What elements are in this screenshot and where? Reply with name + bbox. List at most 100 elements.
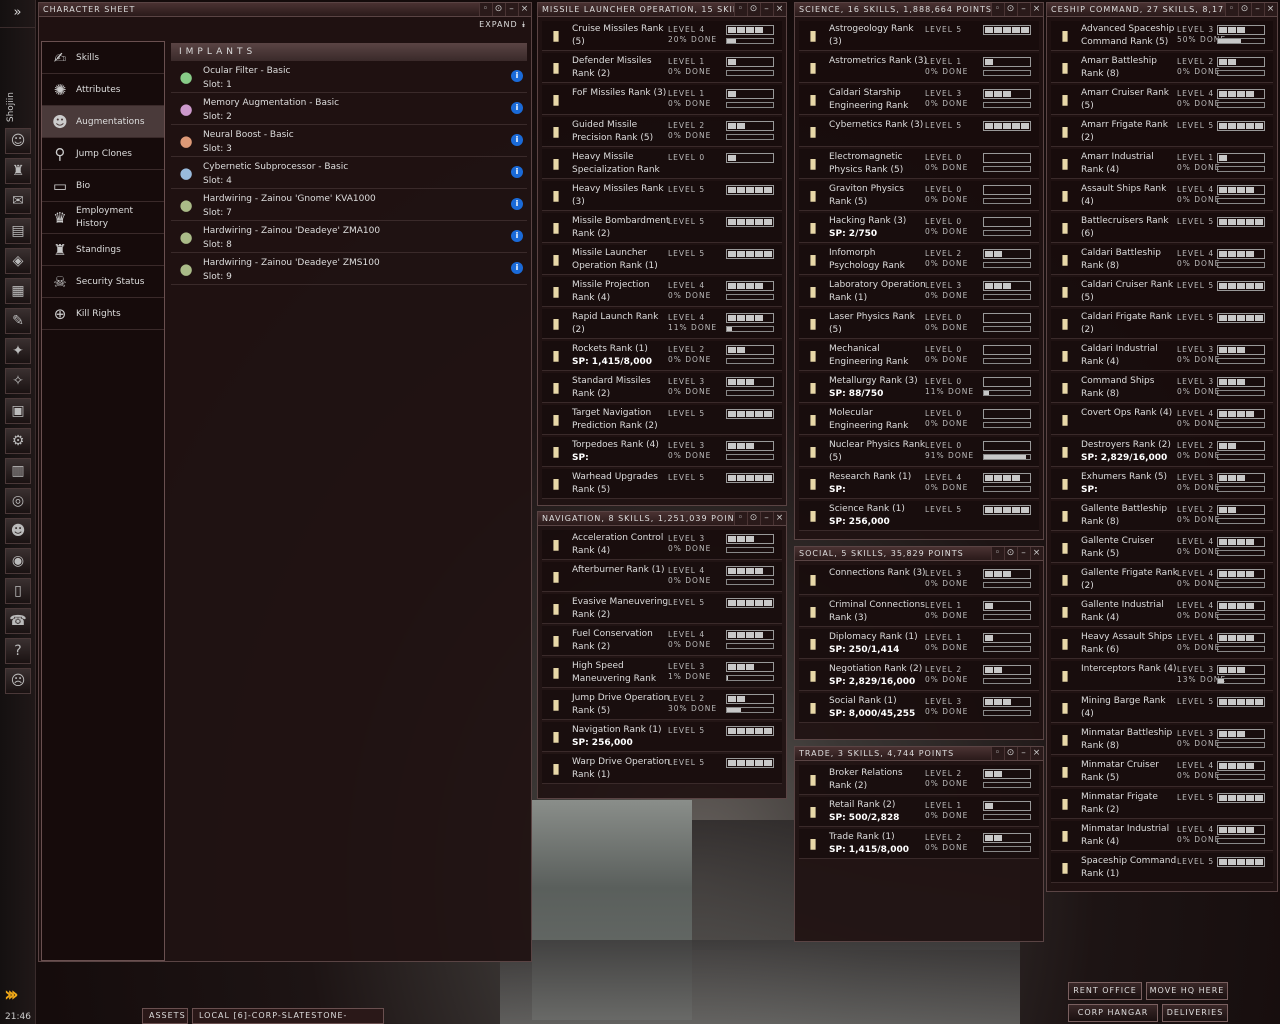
skill-row[interactable]: ▮ Advanced Spaceship Command Rank (5) LEVE…	[1051, 21, 1273, 51]
skill-row[interactable]: ▮ Nuclear Physics Rank (5) LEVEL 0 91% DONE	[799, 437, 1039, 467]
skill-row[interactable]: ▮ Gallente Cruiser Rank (5) LEVEL 4 0% DONE	[1051, 533, 1273, 563]
info-icon[interactable]: ?	[5, 638, 31, 664]
skill-row[interactable]: ▮ Minmatar Battleship Rank (8) LEVEL 3 0% D…	[1051, 725, 1273, 755]
character-icon[interactable]: ☺	[5, 128, 31, 154]
skill-row[interactable]: ▮ Electromagnetic Physics Rank (5) LEVEL 0…	[799, 149, 1039, 179]
skill-row[interactable]: ▮ Target Navigation Prediction Rank (2) LE…	[542, 405, 782, 435]
minimize-settings-icon[interactable]: ⊙	[1004, 547, 1017, 560]
skill-row[interactable]: ▮ Jump Drive Operation Rank (5) LEVEL 2 30%…	[542, 690, 782, 720]
skill-row[interactable]: ▮ Battlecruisers Rank (6) LEVEL 5	[1051, 213, 1273, 243]
pin-icon[interactable]: ◦	[991, 547, 1004, 560]
skill-row[interactable]: ▮ Covert Ops Rank (4) LEVEL 4 0% DONE	[1051, 405, 1273, 435]
skill-row[interactable]: ▮ High Speed Maneuvering Rank LEVEL 3 1% DO…	[542, 658, 782, 688]
implant-row[interactable]: ● Neural Boost - Basic Slot: 3 i	[171, 125, 527, 157]
skill-row[interactable]: ▮ Defender Missiles Rank (2) LEVEL 1 0% DON…	[542, 53, 782, 83]
skill-row[interactable]: ▮ Mechanical Engineering Rank LEVEL 0 0% DO…	[799, 341, 1039, 371]
window-header[interactable]: MISSILE LAUNCHER OPERATION, 15 SKIL ◦ ⊙ – ×	[538, 3, 786, 17]
skill-row[interactable]: ▮ Destroyers Rank (2) SP: 2,829/16,000 LEVE…	[1051, 437, 1273, 467]
skill-row[interactable]: ▮ Broker Relations Rank (2) LEVEL 2 0% DONE	[799, 765, 1039, 795]
industry-icon[interactable]: ⚙	[5, 428, 31, 454]
skill-row[interactable]: ▮ Warhead Upgrades Rank (5) LEVEL 5	[542, 469, 782, 499]
skill-row[interactable]: ▮ Navigation Rank (1) SP: 256,000 LEVEL 5	[542, 722, 782, 752]
menu-item-jump-clones[interactable]: ⚲ Jump Clones	[42, 138, 164, 170]
implant-row[interactable]: ● Hardwiring - Zainou 'Deadeye' ZMS100 Slo…	[171, 253, 527, 285]
skill-row[interactable]: ▮ Heavy Assault Ships Rank (6) LEVEL 4 0% D…	[1051, 629, 1273, 659]
skill-row[interactable]: ▮ Acceleration Control Rank (4) LEVEL 3 0% …	[542, 530, 782, 560]
move-hq-here-button[interactable]: MOVE HQ HERE	[1146, 982, 1228, 1000]
minimize-settings-icon[interactable]: ⊙	[1238, 3, 1251, 16]
skill-row[interactable]: ▮ Science Rank (1) SP: 256,000 LEVEL 5	[799, 501, 1039, 531]
window-header[interactable]: SOCIAL, 5 SKILLS, 35,829 POINTS ◦ ⊙ – ×	[795, 547, 1043, 561]
menu-item-kill-rights[interactable]: ⊕ Kill Rights	[42, 298, 164, 330]
skill-row[interactable]: ▮ Molecular Engineering Rank LEVEL 0 0% DON…	[799, 405, 1039, 435]
skill-row[interactable]: ▮ Minmatar Industrial Rank (4) LEVEL 4 0% D…	[1051, 821, 1273, 851]
skill-row[interactable]: ▮ Infomorph Psychology Rank LEVEL 2 0% DONE	[799, 245, 1039, 275]
skill-row[interactable]: ▮ Rapid Launch Rank (2) LEVEL 4 11% DONE	[542, 309, 782, 339]
rent-office-button[interactable]: RENT OFFICE	[1068, 982, 1142, 1000]
journal-icon[interactable]: ✎	[5, 308, 31, 334]
minimize-icon[interactable]: –	[1017, 3, 1030, 16]
close-icon[interactable]: ×	[1264, 3, 1277, 16]
minimize-settings-icon[interactable]: ⊙	[492, 3, 505, 16]
skill-row[interactable]: ▮ Minmatar Cruiser Rank (5) LEVEL 4 0% DONE	[1051, 757, 1273, 787]
skill-row[interactable]: ▮ Missile Bombardment Rank (2) LEVEL 5	[542, 213, 782, 243]
skill-row[interactable]: ▮ Metallurgy Rank (3) SP: 88/750 LEVEL 0 11%…	[799, 373, 1039, 403]
help-icon[interactable]: ◎	[5, 488, 31, 514]
minimize-icon[interactable]: –	[760, 3, 773, 16]
skill-row[interactable]: ▮ Caldari Battleship Rank (8) LEVEL 4 0% DO…	[1051, 245, 1273, 275]
implant-row[interactable]: ● Memory Augmentation - Basic Slot: 2 i	[171, 93, 527, 125]
skill-row[interactable]: ▮ Exhumers Rank (5) SP: LEVEL 3 0% DONE	[1051, 469, 1273, 499]
info-icon[interactable]: i	[511, 262, 523, 274]
skill-row[interactable]: ▮ Hacking Rank (3) SP: 2/750 LEVEL 0 0% DONE	[799, 213, 1039, 243]
skill-row[interactable]: ▮ Astrometrics Rank (3) LEVEL 1 0% DONE	[799, 53, 1039, 83]
skills-icon[interactable]: ♜	[5, 158, 31, 184]
expand-button[interactable]: EXPAND ⯯	[479, 20, 527, 30]
calculator-icon[interactable]: ▥	[5, 458, 31, 484]
pin-icon[interactable]: ◦	[734, 3, 747, 16]
skill-row[interactable]: ▮ Retail Rank (2) SP: 500/2,828 LEVEL 1 0% D…	[799, 797, 1039, 827]
pin-icon[interactable]: ◦	[734, 512, 747, 525]
window-header[interactable]: TRADE, 3 SKILLS, 4,744 POINTS ◦ ⊙ – ×	[795, 747, 1043, 761]
menu-item-attributes[interactable]: ✺ Attributes	[42, 74, 164, 106]
skill-row[interactable]: ▮ Warp Drive Operation Rank (1) LEVEL 5	[542, 754, 782, 784]
skill-row[interactable]: ▮ Gallente Frigate Rank (2) LEVEL 4 0% DONE	[1051, 565, 1273, 595]
pin-icon[interactable]: ◦	[1225, 3, 1238, 16]
skill-row[interactable]: ▮ Cybernetics Rank (3) LEVEL 5	[799, 117, 1039, 147]
skill-row[interactable]: ▮ Caldari Industrial Rank (4) LEVEL 3 0% DO…	[1051, 341, 1273, 371]
skill-row[interactable]: ▮ Fuel Conservation Rank (2) LEVEL 4 0% DON…	[542, 626, 782, 656]
skill-row[interactable]: ▮ Heavy Missiles Rank (3) LEVEL 5	[542, 181, 782, 211]
skill-row[interactable]: ▮ Amarr Frigate Rank (2) LEVEL 5	[1051, 117, 1273, 147]
pin-icon[interactable]: ◦	[991, 747, 1004, 760]
cargo-icon[interactable]: ▣	[5, 398, 31, 424]
browser-icon[interactable]: ◉	[5, 548, 31, 574]
skill-row[interactable]: ▮ Evasive Maneuvering Rank (2) LEVEL 5	[542, 594, 782, 624]
skill-row[interactable]: ▮ Astrogeology Rank (3) LEVEL 5	[799, 21, 1039, 51]
minimize-icon[interactable]: –	[1017, 747, 1030, 760]
skill-row[interactable]: ▮ Gallente Battleship Rank (8) LEVEL 2 0% D…	[1051, 501, 1273, 531]
neocom-expand-button[interactable]: »	[0, 0, 35, 28]
info-icon[interactable]: i	[511, 230, 523, 242]
info-icon[interactable]: i	[511, 166, 523, 178]
menu-item-bio[interactable]: ▭ Bio	[42, 170, 164, 202]
close-icon[interactable]: ×	[1030, 3, 1043, 16]
skill-row[interactable]: ▮ Missile Launcher Operation Rank (1) LEVE…	[542, 245, 782, 275]
window-header[interactable]: NAVIGATION, 8 SKILLS, 1,251,039 POIN ◦ ⊙ – ×	[538, 512, 786, 526]
skill-row[interactable]: ▮ Gallente Industrial Rank (4) LEVEL 4 0% D…	[1051, 597, 1273, 627]
market-icon[interactable]: ◈	[5, 248, 31, 274]
skill-row[interactable]: ▮ Laboratory Operation Rank (1) LEVEL 3 0% …	[799, 277, 1039, 307]
menu-item-employment-history[interactable]: ♛ Employment History	[42, 202, 164, 234]
close-icon[interactable]: ×	[518, 3, 531, 16]
pin-icon[interactable]: ◦	[991, 3, 1004, 16]
skill-row[interactable]: ▮ Assault Ships Rank (4) LEVEL 4 0% DONE	[1051, 181, 1273, 211]
implant-row[interactable]: ● Cybernetic Subprocessor - Basic Slot: 4 i	[171, 157, 527, 189]
info-icon[interactable]: i	[511, 102, 523, 114]
menu-item-standings[interactable]: ♜ Standings	[42, 234, 164, 266]
minimize-settings-icon[interactable]: ⊙	[1004, 747, 1017, 760]
minimize-icon[interactable]: –	[1251, 3, 1264, 16]
channels-icon[interactable]: ☎	[5, 608, 31, 634]
skill-row[interactable]: ▮ Negotiation Rank (2) SP: 2,829/16,000 LEV…	[799, 661, 1039, 691]
close-icon[interactable]: ×	[773, 3, 786, 16]
map-icon[interactable]: ▦	[5, 278, 31, 304]
skill-row[interactable]: ▮ Research Rank (1) SP: LEVEL 4 0% DONE	[799, 469, 1039, 499]
skill-row[interactable]: ▮ Amarr Cruiser Rank (5) LEVEL 4 0% DONE	[1051, 85, 1273, 115]
